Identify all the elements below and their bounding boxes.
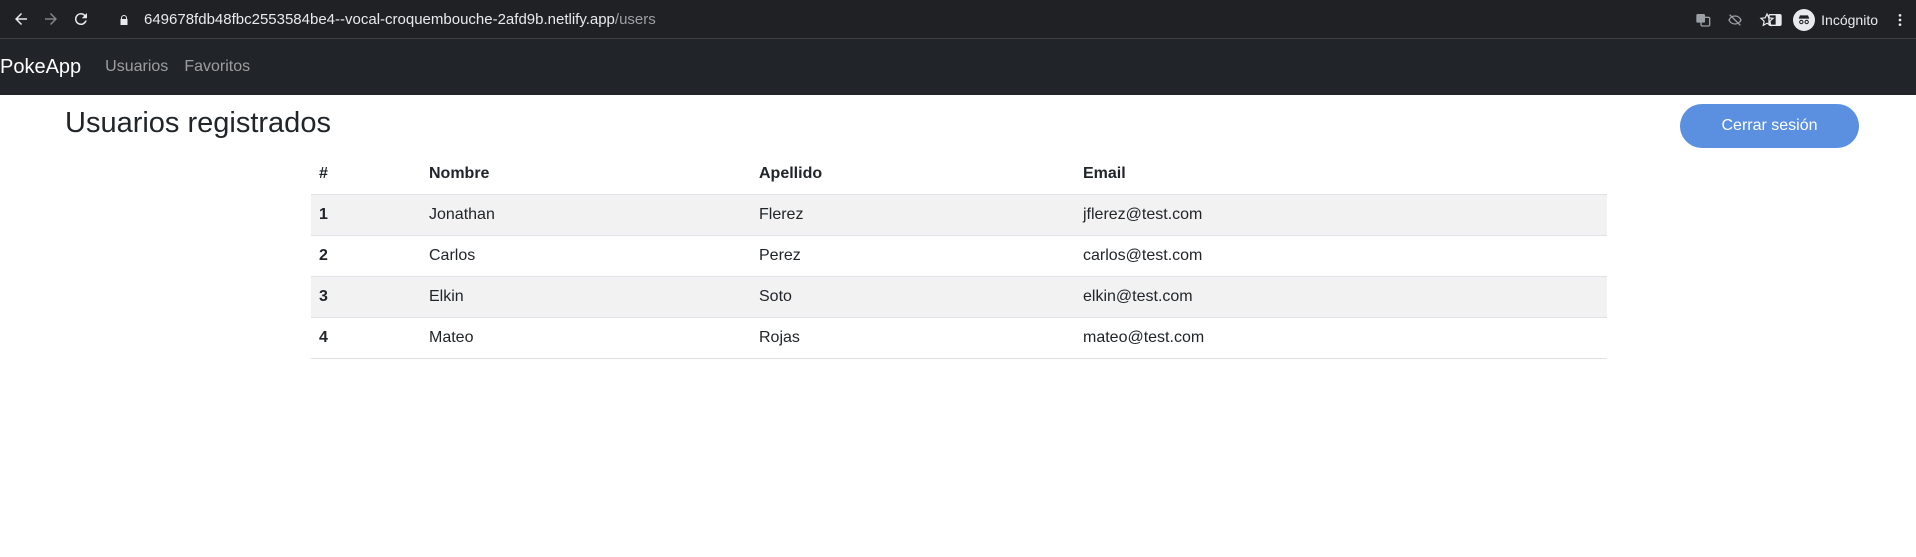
users-table: # Nombre Apellido Email 1 Jonathan Flere… xyxy=(311,153,1607,359)
incognito-profile[interactable]: Incógnito xyxy=(1793,8,1878,31)
row-email: carlos@test.com xyxy=(1075,235,1607,277)
nav-link-usuarios[interactable]: Usuarios xyxy=(105,58,168,76)
row-index: 2 xyxy=(311,235,421,277)
row-index: 1 xyxy=(311,194,421,236)
column-header-email: Email xyxy=(1075,153,1607,195)
url-host: 649678fdb48fbc2553584be4--vocal-croquemb… xyxy=(144,11,615,28)
column-header-nombre: Nombre xyxy=(421,153,751,195)
row-index: 3 xyxy=(311,276,421,318)
lock-icon[interactable] xyxy=(118,14,132,26)
row-nombre: Carlos xyxy=(421,235,751,277)
column-header-index: # xyxy=(311,153,421,195)
translate-icon[interactable] xyxy=(1694,11,1712,29)
row-apellido: Flerez xyxy=(751,194,1075,236)
nav-link-favoritos[interactable]: Favoritos xyxy=(184,58,250,76)
table-row: 4 Mateo Rojas mateo@test.com xyxy=(311,317,1607,359)
row-email: jflerez@test.com xyxy=(1075,194,1607,236)
menu-icon[interactable] xyxy=(1892,12,1908,28)
table-header-row: # Nombre Apellido Email xyxy=(311,153,1607,195)
row-index: 4 xyxy=(311,317,421,359)
row-nombre: Jonathan xyxy=(421,194,751,236)
eye-off-icon[interactable] xyxy=(1726,11,1744,29)
row-apellido: Rojas xyxy=(751,317,1075,359)
table-row: 2 Carlos Perez carlos@test.com xyxy=(311,235,1607,277)
row-email: mateo@test.com xyxy=(1075,317,1607,359)
row-apellido: Soto xyxy=(751,276,1075,318)
incognito-icon xyxy=(1793,8,1816,31)
table-row: 3 Elkin Soto elkin@test.com xyxy=(311,276,1607,318)
table-row: 1 Jonathan Flerez jflerez@test.com xyxy=(311,194,1607,236)
row-nombre: Elkin xyxy=(421,276,751,318)
url-text: 649678fdb48fbc2553584be4--vocal-croquemb… xyxy=(144,11,656,28)
incognito-label: Incógnito xyxy=(1821,11,1878,28)
row-nombre: Mateo xyxy=(421,317,751,359)
row-apellido: Perez xyxy=(751,235,1075,277)
brand-logo[interactable]: PokeApp xyxy=(0,56,81,79)
column-header-apellido: Apellido xyxy=(751,153,1075,195)
logout-button[interactable]: Cerrar sesión xyxy=(1680,104,1859,148)
side-panel-icon[interactable] xyxy=(1767,12,1783,28)
browser-toolbar: 649678fdb48fbc2553584be4--vocal-croquemb… xyxy=(0,0,1916,39)
forward-icon[interactable] xyxy=(36,4,66,34)
page-title: Usuarios registrados xyxy=(65,107,331,139)
app-navbar: PokeApp Usuarios Favoritos xyxy=(0,39,1916,95)
main-content: Usuarios registrados Cerrar sesión # Nom… xyxy=(0,95,1916,557)
address-bar[interactable]: 649678fdb48fbc2553584be4--vocal-croquemb… xyxy=(108,5,1776,34)
row-email: elkin@test.com xyxy=(1075,276,1607,318)
url-path: /users xyxy=(614,11,656,28)
back-icon[interactable] xyxy=(6,4,36,34)
reload-icon[interactable] xyxy=(66,4,96,34)
